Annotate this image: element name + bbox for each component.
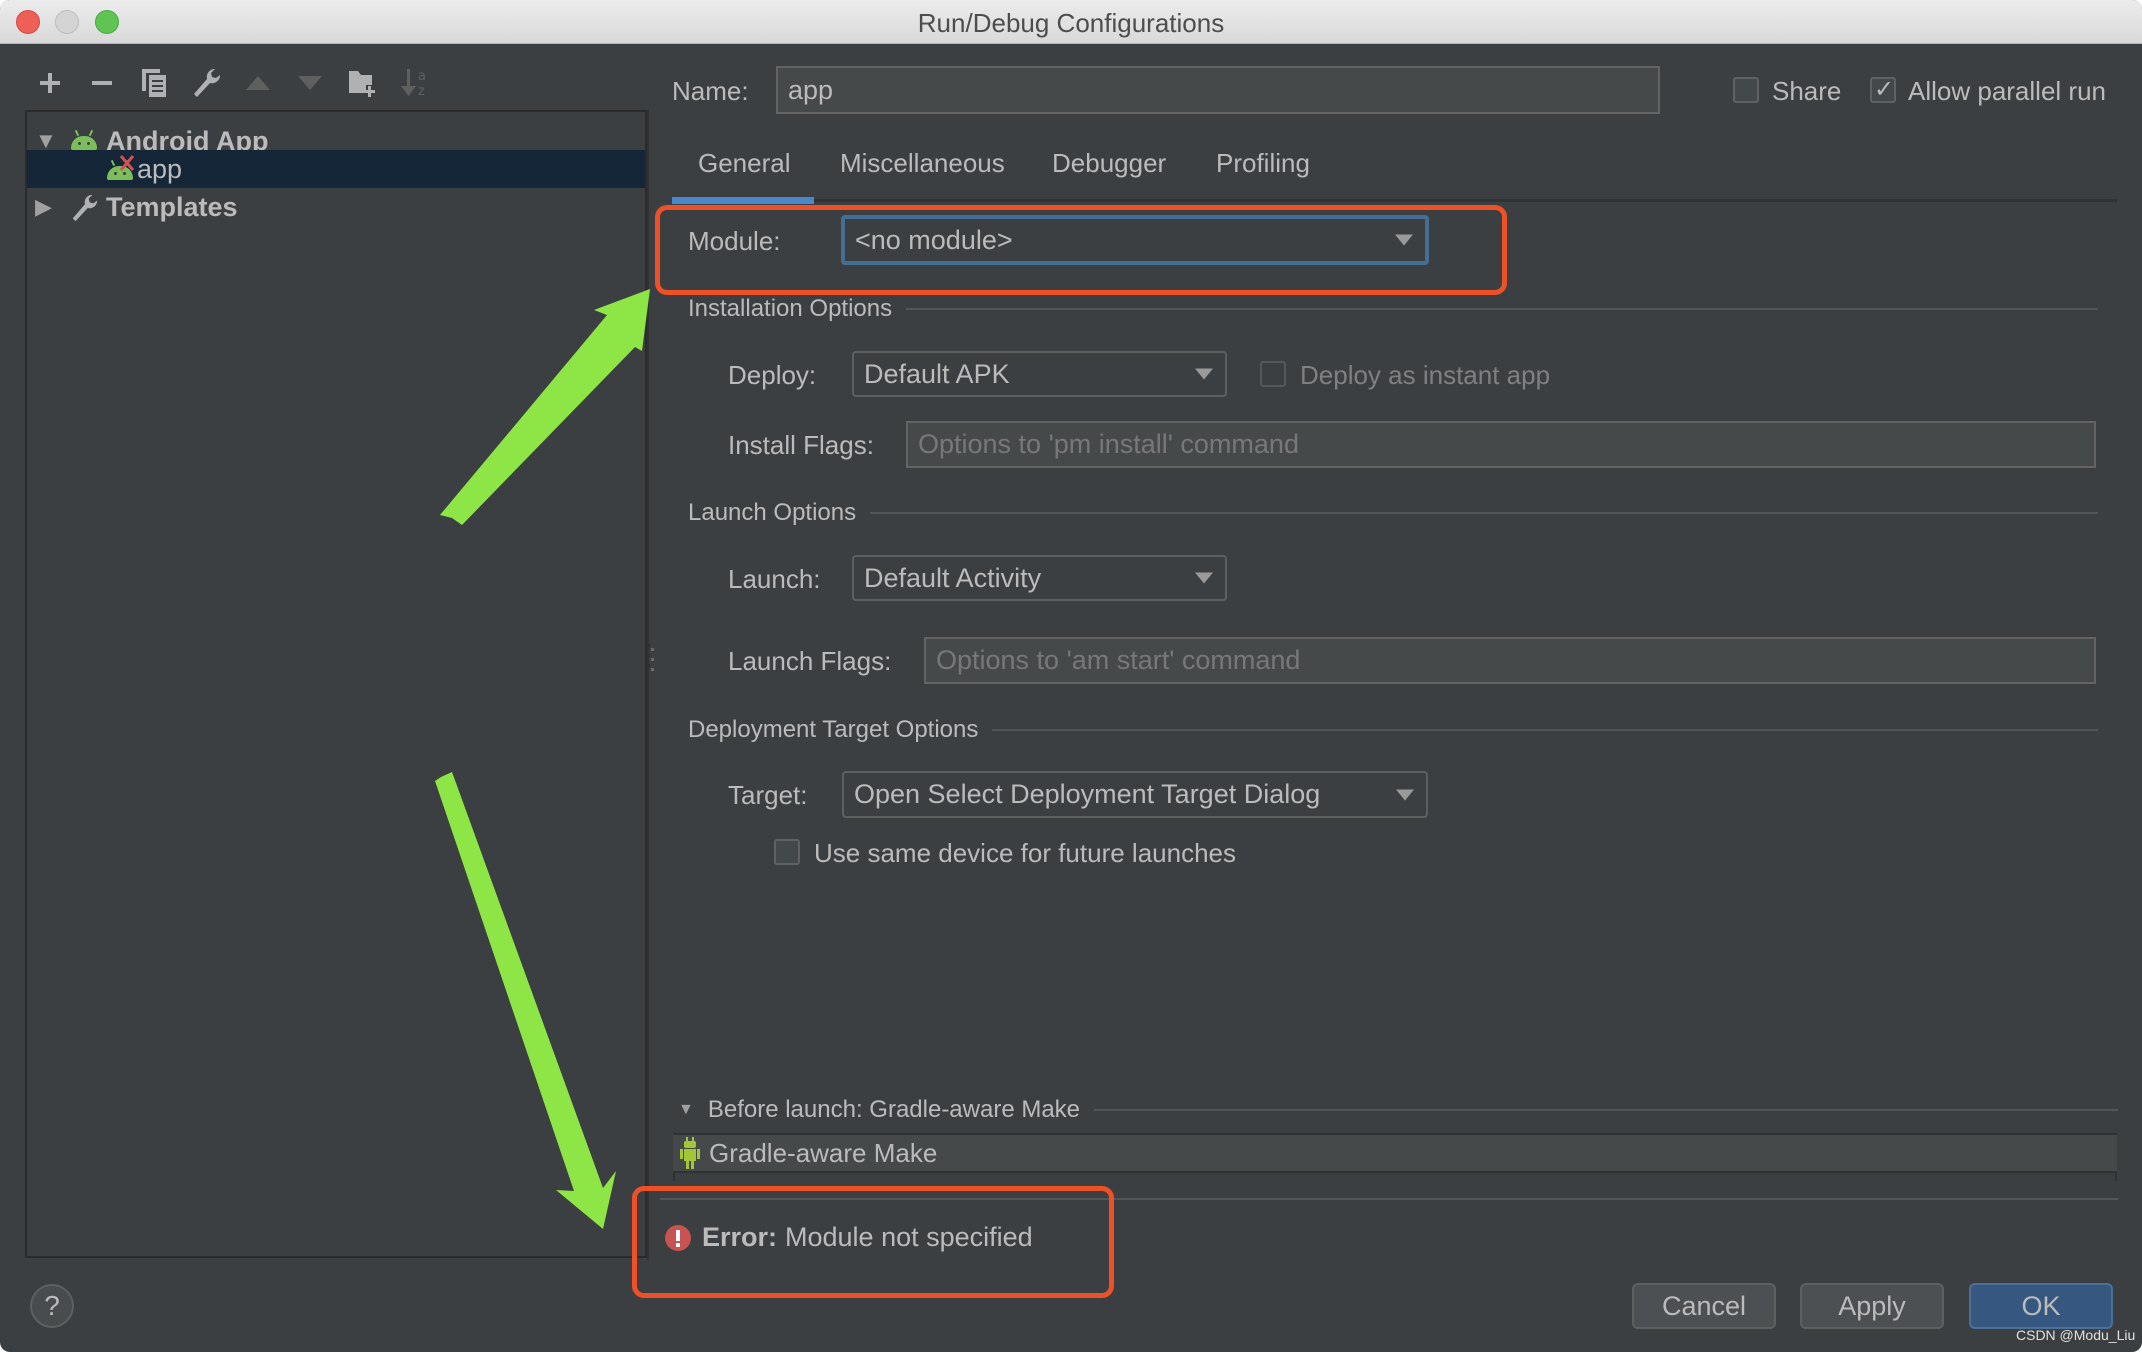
ok-button[interactable]: OK (1969, 1283, 2113, 1329)
deploy-instant-app-label: Deploy as instant app (1300, 360, 1551, 390)
folder-add-icon (349, 71, 375, 97)
launch-options-section: Launch Options (688, 499, 2098, 527)
tab-miscellaneous[interactable]: Miscellaneous (840, 148, 1005, 179)
chevron-down-icon (1195, 572, 1213, 584)
launch-select[interactable]: Default Activity (852, 555, 1227, 601)
sort-alpha-icon: az (401, 69, 426, 99)
error-prefix: Error: (702, 1222, 778, 1252)
android-error-icon (107, 155, 135, 180)
before-launch-section[interactable]: ▼ Before launch: Gradle-aware Make (678, 1096, 2118, 1124)
chevron-down-icon (1195, 368, 1213, 380)
name-label: Name: (672, 76, 749, 106)
use-same-device-label: Use same device for future launches (814, 838, 1236, 868)
new-folder-button[interactable] (346, 66, 380, 100)
tab-general[interactable]: General (698, 148, 791, 179)
android-robot-icon (680, 1137, 700, 1169)
help-button[interactable]: ? (30, 1284, 74, 1328)
module-label: Module: (688, 226, 781, 256)
wrench-icon (72, 194, 98, 222)
sort-configurations-button[interactable]: az (398, 66, 432, 100)
target-select[interactable]: Open Select Deployment Target Dialog (842, 771, 1428, 818)
allow-parallel-run-label: Allow parallel run (1908, 76, 2106, 106)
collapse-arrow-icon[interactable]: ▶ (35, 194, 52, 220)
collapse-arrow-icon[interactable]: ▼ (678, 1101, 694, 1119)
copy-configuration-button[interactable] (137, 66, 171, 100)
active-tab-indicator (672, 197, 814, 204)
android-icon (71, 129, 97, 150)
target-label: Target: (728, 780, 808, 810)
name-input[interactable]: app (776, 66, 1660, 114)
remove-configuration-button[interactable] (85, 66, 119, 100)
deploy-select[interactable]: Default APK (852, 351, 1227, 397)
allow-parallel-run-checkbox[interactable] (1870, 75, 1896, 104)
move-down-button[interactable] (293, 66, 327, 100)
tab-profiling[interactable]: Profiling (1216, 148, 1310, 179)
tabs-baseline (672, 199, 2117, 202)
window-title: Run/Debug Configurations (917, 8, 1225, 38)
error-separator (660, 1198, 2118, 1200)
move-up-button[interactable] (241, 66, 275, 100)
run-debug-configurations-dialog: Run/Debug Configurations az ▼ Android Ap… (0, 0, 2142, 1352)
launch-flags-input[interactable]: Options to 'am start' command (924, 637, 2096, 684)
deployment-target-options-section: Deployment Target Options (688, 716, 2098, 744)
installation-options-section: Installation Options (688, 295, 2098, 323)
before-launch-list-bottom (673, 1173, 2117, 1181)
arrow-down-icon (298, 76, 322, 90)
error-message: Module not specified (785, 1222, 1033, 1252)
configuration-tree[interactable]: ▼ Android App app ▶ Templates (25, 110, 647, 1258)
install-flags-input[interactable]: Options to 'pm install' command (906, 421, 2096, 468)
add-configuration-button[interactable] (33, 66, 67, 100)
arrow-up-icon (246, 76, 270, 90)
minus-icon (92, 81, 112, 85)
edit-templates-button[interactable] (189, 66, 223, 100)
launch-label: Launch: (728, 564, 821, 594)
chevron-down-icon (1395, 234, 1413, 246)
error-icon (665, 1224, 691, 1251)
validation-error: Error: Module not specified (664, 1222, 1033, 1253)
watermark: CSDN @Modu_Liu (2016, 1327, 2136, 1343)
tree-item-label: app (137, 153, 183, 184)
pane-divider (647, 110, 649, 1260)
question-icon: ? (44, 1290, 60, 1321)
svg-text:z: z (418, 84, 425, 99)
chevron-down-icon (1396, 789, 1414, 800)
launch-flags-label: Launch Flags: (728, 646, 892, 676)
apply-button[interactable]: Apply (1800, 1283, 1944, 1329)
install-flags-label: Install Flags: (728, 430, 874, 460)
title-bar: Run/Debug Configurations (0, 0, 2142, 44)
plus-icon (40, 73, 60, 93)
copy-icon (142, 69, 166, 97)
share-label: Share (1772, 76, 1842, 106)
before-launch-task-row[interactable]: Gradle-aware Make (673, 1133, 2117, 1173)
wrench-icon (194, 68, 221, 97)
deploy-instant-app-checkbox[interactable] (1260, 361, 1286, 387)
deploy-label: Deploy: (728, 360, 817, 390)
tab-debugger[interactable]: Debugger (1052, 148, 1166, 179)
module-select[interactable]: <no module> (841, 215, 1429, 265)
tree-item-templates[interactable]: ▶ Templates (27, 188, 645, 226)
share-checkbox[interactable] (1733, 77, 1759, 103)
svg-text:a: a (418, 69, 426, 84)
tree-item-label: Templates (106, 191, 238, 222)
error-x-icon (119, 155, 135, 171)
cancel-button[interactable]: Cancel (1632, 1283, 1776, 1329)
tree-item-app[interactable]: app (27, 150, 645, 188)
use-same-device-checkbox[interactable] (774, 839, 800, 865)
before-launch-task-label: Gradle-aware Make (709, 1137, 938, 1168)
